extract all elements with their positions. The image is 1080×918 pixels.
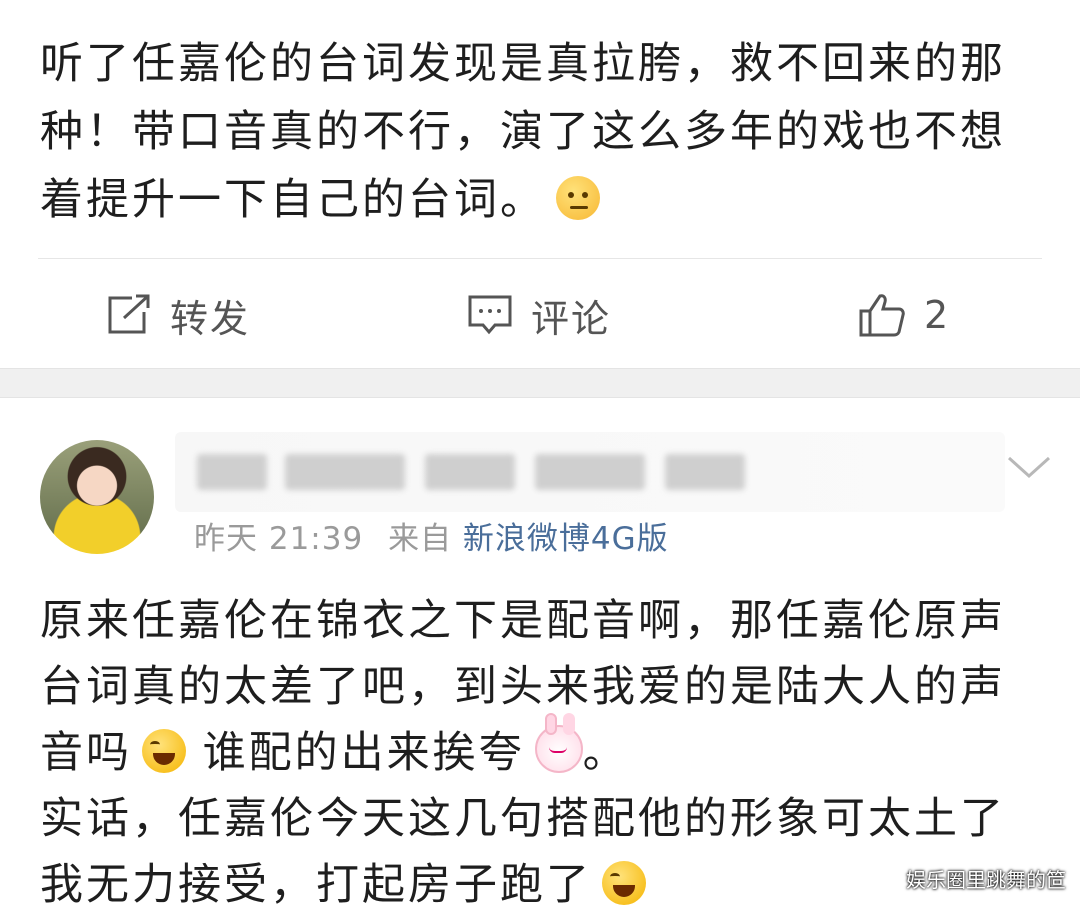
- thumbs-up-icon: [858, 292, 906, 338]
- like-count: 2: [924, 293, 951, 337]
- post-text-body: 听了任嘉伦的台词发现是真拉胯，救不回来的那种！带口音真的不行，演了这么多年的戏也…: [40, 39, 1006, 225]
- comment-button[interactable]: 评论: [467, 262, 611, 368]
- watermark: 娱乐圈里跳舞的笸: [906, 868, 1066, 892]
- comment-text: 原来任嘉伦在锦衣之下是配音啊，那任嘉伦原声台词真的太差了吧，到头来我爱的是陆大人…: [40, 588, 1050, 918]
- thinking-emoji-icon: [556, 176, 600, 220]
- repost-icon: [106, 294, 152, 336]
- laughing-emoji-icon-2: [602, 861, 646, 905]
- rabbit-emoji-icon: [534, 713, 583, 773]
- username-blurred[interactable]: [175, 432, 1005, 512]
- section-separator: [0, 368, 1080, 398]
- comment-icon: [467, 294, 513, 336]
- action-bar: 转发 评论 2: [0, 262, 1080, 368]
- comment-source-link[interactable]: 新浪微博4G版: [463, 521, 669, 557]
- avatar[interactable]: [40, 440, 154, 554]
- comment-text-part4: 实话，任嘉伦今天这几句搭配他的形象可太土了我无力接受，打起房子跑了: [40, 794, 1006, 910]
- divider: [38, 258, 1042, 259]
- like-button[interactable]: 2: [858, 262, 950, 368]
- repost-label: 转发: [170, 296, 251, 341]
- comment-from: 来自: [388, 521, 453, 557]
- comment-meta: 昨天 21:39 来自 新浪微博4G版: [194, 513, 669, 558]
- repost-button[interactable]: 转发: [106, 262, 250, 368]
- comment-text-part3: 。: [582, 728, 629, 778]
- laughing-emoji-icon: [142, 729, 186, 773]
- post-text: 听了任嘉伦的台词发现是真拉胯，救不回来的那种！带口音真的不行，演了这么多年的戏也…: [40, 30, 1040, 234]
- comment-time: 昨天 21:39: [194, 521, 364, 557]
- chevron-down-icon[interactable]: [1005, 452, 1053, 482]
- comment-label: 评论: [531, 296, 612, 341]
- comment-text-part2: 谁配的出来挨夸: [186, 728, 525, 778]
